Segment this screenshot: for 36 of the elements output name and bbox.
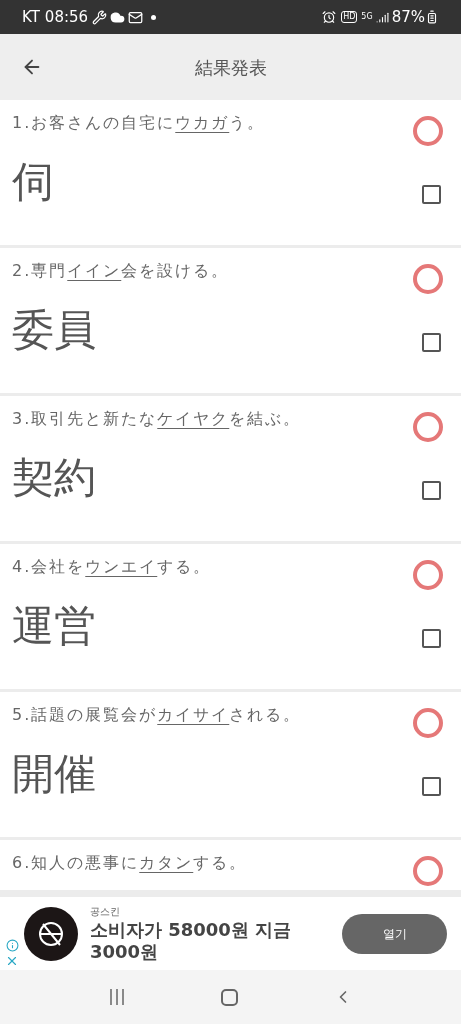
home-icon[interactable] [221,988,238,1006]
close-icon[interactable] [5,954,19,968]
battery-label: 87% [391,6,425,28]
question-text: 6.知人の悪事に カタンする。 [12,852,248,874]
time-label: 08:56 [44,6,89,28]
question-text: 2.専門 イイン会を設ける。 [12,260,230,282]
open-button[interactable]: 열기 [342,913,447,954]
question-text: 5.話題の展覧会がカイサイ される。 [12,704,302,726]
advertiser-name: 공스킨 [90,905,121,919]
network-label: 5G [361,12,373,22]
answer-text: 契約 [12,452,96,504]
cloud-icon [110,9,126,25]
mail-icon [128,9,144,25]
question-text: 3.取引先と新たなケイヤク を結ぶ。 [12,408,302,430]
question-text: 1.お客さんの自宅に ウカガ う。 [12,112,266,134]
hd-label: HD [341,11,358,23]
info-icon[interactable] [5,939,19,952]
signal-icon [375,10,389,24]
alarm-icon [322,10,337,24]
checkbox[interactable] [422,185,441,204]
wrench-icon [92,9,108,25]
answer-text: 開催 [12,748,96,800]
battery-icon [425,10,439,24]
carrier-label: KT [22,6,40,28]
checkbox[interactable] [422,777,441,796]
answer-text: 委員 [12,304,96,356]
answer-text: 運営 [12,600,96,652]
page-title: 結果発表 [194,55,267,80]
answer-text: 伺 [12,156,54,208]
recent-apps-icon[interactable] [107,988,126,1006]
checkbox[interactable] [422,333,441,352]
ad-headline: 소비자가 58000원 지금 3000원 [90,919,293,963]
question-text: 4.会社を ウンエイする。 [12,556,212,578]
advertiser-logo-icon [24,906,78,961]
checkbox[interactable] [422,481,441,500]
checkbox[interactable] [422,629,441,648]
